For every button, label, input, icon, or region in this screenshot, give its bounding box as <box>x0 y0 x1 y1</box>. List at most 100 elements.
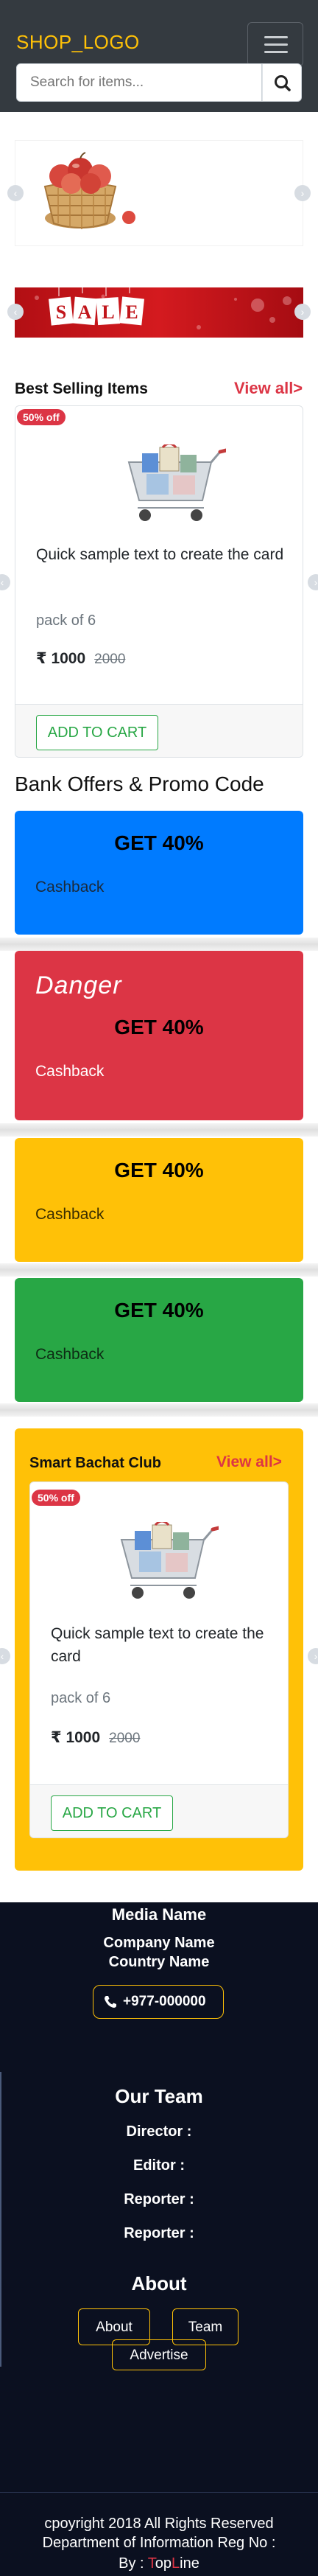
chevron-left-icon: ‹ <box>0 1650 4 1662</box>
add-to-cart-button[interactable]: ADD TO CART <box>51 1795 173 1831</box>
offer-cashback: Cashback <box>35 1346 105 1363</box>
brand-initial: T <box>147 2555 155 2572</box>
credit-brand[interactable]: TopLine <box>148 2555 199 2572</box>
product-pack: pack of 6 <box>51 1690 111 1706</box>
navbar: SHOP_LOGO <box>0 0 318 112</box>
chevron-left-icon: ‹ <box>0 576 4 588</box>
footer-divider <box>0 2492 318 2493</box>
smart-club-title: Smart Bachat Club <box>29 1455 161 1471</box>
card-footer: ADD TO CART <box>30 1784 288 1837</box>
smart-club-view-all-link[interactable]: View all> <box>216 1453 282 1471</box>
carousel-next-button-2[interactable]: › <box>294 304 311 320</box>
carousel-slide-apples[interactable] <box>15 140 303 246</box>
credit-label: By : <box>119 2555 144 2572</box>
carousel-next-button[interactable]: › <box>294 185 311 201</box>
shop-logo[interactable]: SHOP_LOGO <box>16 31 140 54</box>
search-button[interactable] <box>262 63 302 102</box>
team-editor: Editor : <box>133 2157 185 2174</box>
carousel-prev-button-2[interactable]: ‹ <box>7 304 24 320</box>
club-slider-next[interactable]: › <box>308 1648 318 1664</box>
smart-club-section: Smart Bachat Club View all> 50% off Quic… <box>15 1428 303 1871</box>
svg-text:E: E <box>125 301 138 323</box>
sale-banner-image: S A L E <box>15 287 303 338</box>
brand-middle: op <box>155 2555 172 2572</box>
department-info: Department of Information Reg No : <box>42 2535 276 2551</box>
search-icon <box>275 75 291 91</box>
price-current: ₹ 1000 <box>51 1729 101 1746</box>
side-rule <box>0 2072 1 2367</box>
menu-toggle-button[interactable] <box>247 22 303 66</box>
offer-card-green[interactable]: GET 40% Cashback <box>15 1278 303 1402</box>
phone-icon <box>105 1996 116 2008</box>
chevron-right-icon: › <box>300 187 305 199</box>
copyright: cpoyright 2018 All Rights Reserved <box>44 2516 274 2532</box>
country-name: Country Name <box>108 1954 210 1970</box>
divider <box>0 1263 318 1277</box>
price-old: 2000 <box>94 652 126 667</box>
carousel-slide-sale[interactable]: S A L E <box>15 283 303 342</box>
divider <box>0 1123 318 1137</box>
shopping-cart-image <box>127 444 226 521</box>
hamburger-icon <box>264 36 288 38</box>
svg-text:L: L <box>102 301 114 323</box>
offer-card-blue[interactable]: GET 40% Cashback <box>15 811 303 935</box>
search-bar <box>16 63 302 102</box>
divider <box>0 1403 318 1417</box>
brand-rest: ine <box>180 2555 199 2572</box>
carousel-prev-button[interactable]: ‹ <box>7 185 24 201</box>
svg-text:A: A <box>78 301 92 323</box>
offer-card-red[interactable]: Danger GET 40% Cashback <box>15 951 303 1120</box>
product-slider-next[interactable]: › <box>308 574 318 590</box>
search-input[interactable] <box>16 63 262 102</box>
offer-card-yellow[interactable]: GET 40% Cashback <box>15 1138 303 1262</box>
offer-heading: GET 40% <box>114 1159 204 1181</box>
chevron-right-icon: › <box>314 1650 318 1662</box>
media-name: Media Name <box>111 1905 207 1924</box>
club-product-card[interactable]: 50% off Quick sample text to create the … <box>29 1481 289 1838</box>
product-title: Quick sample text to create the card <box>36 546 284 563</box>
product-title: Quick sample text to create the card <box>51 1625 264 1665</box>
offer-cashback: Cashback <box>35 1206 105 1223</box>
best-selling-title: Best Selling Items <box>15 380 148 397</box>
advertise-link[interactable]: Advertise <box>112 2339 206 2370</box>
offer-heading: GET 40% <box>114 831 204 854</box>
offer-heading: GET 40% <box>114 1016 204 1039</box>
chevron-right-icon: › <box>314 576 318 588</box>
offer-heading: GET 40% <box>114 1299 204 1322</box>
brand-l: L <box>172 2555 180 2572</box>
team-title: Our Team <box>115 2085 203 2107</box>
offer-overlay-text: Danger <box>35 971 122 999</box>
chevron-right-icon: › <box>300 306 305 318</box>
product-price: ₹ 1000 2000 <box>51 1728 140 1747</box>
price-current: ₹ 1000 <box>36 650 86 667</box>
hamburger-icon-line <box>264 51 288 53</box>
product-card[interactable]: 50% off Quick sample text to create the … <box>15 405 303 758</box>
offer-cashback: Cashback <box>35 879 105 896</box>
offers-title: Bank Offers & Promo Code <box>15 772 264 795</box>
offer-cashback: Cashback <box>35 1063 105 1080</box>
discount-badge: 50% off <box>17 409 66 425</box>
sale-letter: S <box>56 301 66 323</box>
product-slider-prev[interactable]: ‹ <box>0 574 10 590</box>
apple-basket-image <box>43 152 135 229</box>
club-slider-prev[interactable]: ‹ <box>0 1648 10 1664</box>
best-selling-view-all-link[interactable]: View all> <box>234 379 303 398</box>
chevron-left-icon: ‹ <box>13 187 18 199</box>
team-director: Director : <box>126 2123 192 2140</box>
about-title: About <box>131 2272 187 2294</box>
card-footer: ADD TO CART <box>15 704 303 757</box>
add-to-cart-button[interactable]: ADD TO CART <box>36 715 158 750</box>
chevron-left-icon: ‹ <box>13 306 18 318</box>
phone-number: +977-000000 <box>123 1994 206 2009</box>
credit-line: By : TopLine <box>0 2555 318 2572</box>
product-pack: pack of 6 <box>36 612 96 629</box>
discount-badge: 50% off <box>32 1490 80 1506</box>
product-price: ₹ 1000 2000 <box>36 649 125 668</box>
hamburger-icon-line <box>264 43 288 46</box>
team-reporter-2: Reporter : <box>124 2225 194 2241</box>
company-name: Company Name <box>103 1935 215 1951</box>
team-reporter: Reporter : <box>124 2191 194 2207</box>
divider <box>0 938 318 951</box>
phone-button[interactable]: +977-000000 <box>93 1985 224 2019</box>
shopping-cart-image <box>120 1522 219 1599</box>
